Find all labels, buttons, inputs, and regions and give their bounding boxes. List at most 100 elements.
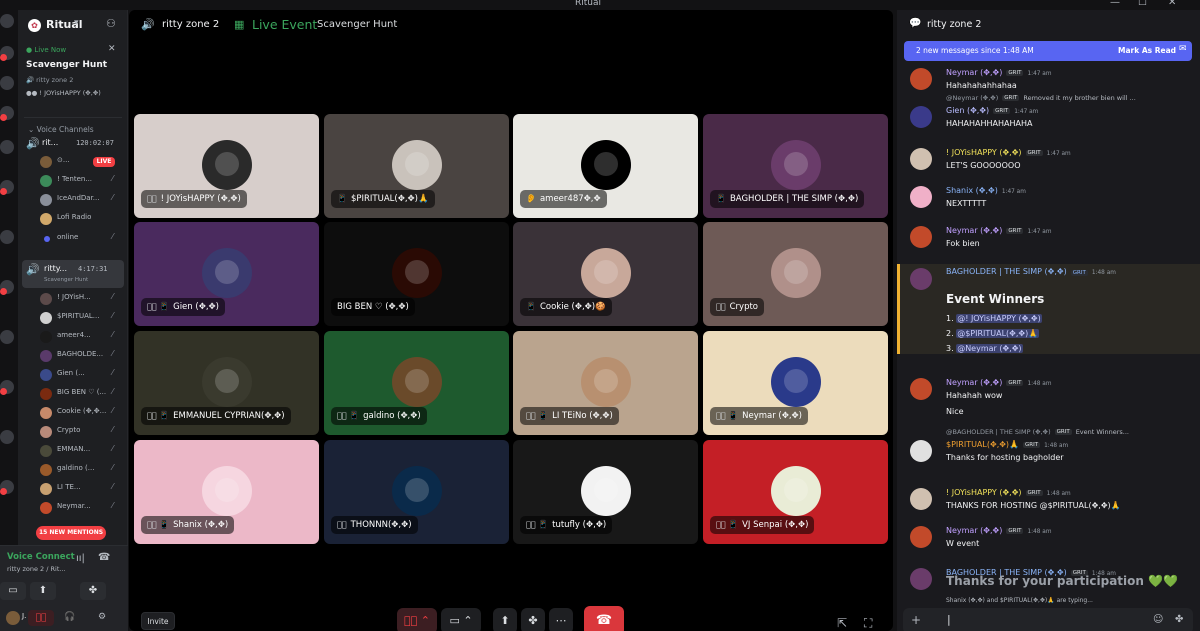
voice-user[interactable]: ! Tenten... ⁄ bbox=[40, 174, 130, 189]
message-author[interactable]: ! JOYisHAPPY (✥,✥) GRIT 1:47 am bbox=[946, 148, 1071, 157]
voice-user[interactable]: Crypto ⁄ bbox=[40, 425, 130, 440]
avatar[interactable] bbox=[910, 106, 932, 128]
message-author[interactable]: Shanix (✥,✥) 1:47 am bbox=[946, 186, 1026, 195]
screenshare-button[interactable]: ⬆ bbox=[30, 582, 56, 600]
minimize-icon[interactable]: — bbox=[1110, 0, 1120, 8]
message-author[interactable]: Neymar (✥,✥) GRIT 1:47 am bbox=[946, 226, 1052, 235]
participant-tile[interactable]: 🎤⃠ 📱 Shanix (✥,✥) bbox=[134, 440, 319, 544]
server-icon[interactable] bbox=[0, 76, 14, 90]
message-author[interactable]: ! JOYisHAPPY (✥,✥) GRIT 1:48 am bbox=[946, 488, 1071, 497]
avatar[interactable] bbox=[6, 611, 20, 625]
participant-tile[interactable]: BIG BEN ♡ (✥,✥) bbox=[324, 222, 509, 326]
screenshare-button[interactable]: ⬆ bbox=[493, 608, 517, 631]
live-event-card[interactable]: ● Live Now ✕ Scavenger Hunt 🔊 ritty zone… bbox=[24, 44, 122, 118]
message-author[interactable]: BAGHOLDER | THE SIMP (✥,✥) GRIT 1:48 am bbox=[946, 267, 1116, 276]
voice-location[interactable]: ritty zone 2 / Rit... bbox=[7, 565, 66, 573]
server-icon[interactable] bbox=[0, 140, 14, 154]
signal-icon[interactable]: ıı| bbox=[76, 553, 85, 564]
user-mention[interactable]: @$PIRITUAL(✥,✥)🙏 bbox=[956, 329, 1040, 338]
avatar[interactable] bbox=[910, 526, 932, 548]
avatar[interactable] bbox=[910, 148, 932, 170]
message-composer[interactable]: + | ☺ ✤ bbox=[903, 608, 1193, 631]
participant-tile[interactable]: 🎤⃠ 📱 VJ Senpai (✥,✥) bbox=[703, 440, 888, 544]
disconnect-button[interactable]: ☎ bbox=[584, 606, 624, 631]
avatar[interactable] bbox=[910, 568, 932, 590]
participant-tile[interactable]: 📱 $PIRITUAL(✥,✥)🙏 bbox=[324, 114, 509, 218]
new-mentions-button[interactable]: 15 NEW MENTIONS bbox=[36, 526, 106, 540]
server-icon[interactable] bbox=[0, 230, 14, 244]
participant-tile[interactable]: 🎤⃠ 📱 Gien (✥,✥) bbox=[134, 222, 319, 326]
voice-user[interactable]: EMMAN... ⁄ bbox=[40, 444, 130, 459]
avatar[interactable] bbox=[910, 440, 932, 462]
camera-button[interactable]: ▭ bbox=[0, 582, 26, 600]
participant-tile[interactable]: 🎤⃠ 📱 tutufly (✥,✥) bbox=[513, 440, 698, 544]
avatar[interactable] bbox=[910, 268, 932, 290]
voice-channel-1[interactable]: 🔊 rit... 120:02:07 bbox=[24, 135, 122, 153]
message-input[interactable]: | bbox=[947, 613, 951, 626]
server-icon[interactable] bbox=[0, 430, 14, 444]
avatar[interactable] bbox=[910, 226, 932, 248]
voice-user[interactable]: Gien (... ⁄ bbox=[40, 368, 130, 383]
voice-user[interactable]: ⊙... LIVE bbox=[40, 155, 130, 170]
avatar[interactable] bbox=[910, 488, 932, 510]
voice-user[interactable]: BIG BEN ♡ (... ⁄ bbox=[40, 387, 130, 402]
voice-user[interactable]: Neymar... ⁄ bbox=[40, 501, 130, 516]
maximize-icon[interactable]: ☐ bbox=[1138, 0, 1147, 8]
voice-channel-2[interactable]: 🔊 ritty... 4:17:31 Scavenger Hunt bbox=[22, 260, 124, 288]
message-author[interactable]: Neymar (✥,✥) GRIT 1:47 am bbox=[946, 68, 1052, 77]
voice-user[interactable]: online ⁄ bbox=[40, 232, 130, 247]
close-icon[interactable]: ✕ bbox=[108, 44, 116, 54]
server-header[interactable]: ✿ Ritual ▾ ⚇ bbox=[18, 10, 128, 40]
server-icon[interactable] bbox=[0, 14, 14, 28]
voice-user[interactable]: Cookie (✥,✥... ⁄ bbox=[40, 406, 130, 421]
emoji-icon[interactable]: ☺ bbox=[1153, 614, 1163, 625]
chevron-down-icon[interactable]: ▾ bbox=[74, 18, 79, 28]
activities-button[interactable]: ✤ bbox=[521, 608, 545, 631]
server-icon[interactable] bbox=[0, 330, 14, 344]
voice-user[interactable]: Lofi Radio bbox=[40, 212, 130, 227]
voice-user[interactable]: ! JOYisH... ⁄ bbox=[40, 292, 130, 307]
participant-tile[interactable]: 🎤⃠ 📱 LI TEiNo (✥,✥) bbox=[513, 331, 698, 435]
participant-tile[interactable]: 🎤⃠ Crypto bbox=[703, 222, 888, 326]
message-author[interactable]: Neymar (✥,✥) GRIT 1:48 am bbox=[946, 526, 1052, 535]
invite-button[interactable]: Invite bbox=[141, 612, 175, 630]
avatar[interactable] bbox=[910, 186, 932, 208]
participant-tile[interactable]: 👂 ameer487✥,✥ bbox=[513, 114, 698, 218]
participant-tile[interactable]: 📱 BAGHOLDER | THE SIMP (✥,✥) bbox=[703, 114, 888, 218]
participant-tile[interactable]: 🎤⃠ 📱 Neymar (✥,✥) bbox=[703, 331, 888, 435]
plus-icon[interactable]: + bbox=[911, 613, 921, 627]
participant-tile[interactable]: 🎤⃠! JOYisHAPPY (✥,✥) bbox=[134, 114, 319, 218]
fullscreen-icon[interactable]: ⛶ bbox=[864, 616, 872, 631]
close-icon[interactable]: ✕ bbox=[1168, 0, 1176, 8]
activities-button[interactable]: ✤ bbox=[80, 582, 106, 600]
avatar[interactable] bbox=[910, 68, 932, 90]
voice-user[interactable]: galdino (... ⁄ bbox=[40, 463, 130, 478]
user-mention[interactable]: @! JOYisHAPPY (✥,✥) bbox=[956, 314, 1042, 323]
voice-user[interactable]: BAGHOLDE... ⁄ bbox=[40, 349, 130, 364]
apps-icon[interactable]: ✤ bbox=[1175, 614, 1183, 625]
reply-preview[interactable]: @Neymar (✥,✥) GRIT Removed it my brother b… bbox=[946, 94, 1136, 102]
headphones-icon[interactable]: 🎧 bbox=[64, 612, 75, 622]
avatar[interactable] bbox=[910, 378, 932, 400]
camera-button[interactable]: ▭ ⌃ bbox=[441, 608, 481, 631]
message-author[interactable]: Gien (✥,✥) GRIT 1:47 am bbox=[946, 106, 1038, 115]
add-member-icon[interactable]: ⚇ bbox=[106, 17, 116, 30]
participant-tile[interactable]: 🎤⃠ 📱 EMMANUEL CYPRIAN(✥,✥) bbox=[134, 331, 319, 435]
participant-tile[interactable]: 📱 Cookie (✥,✥)🍪 bbox=[513, 222, 698, 326]
voice-channels-header[interactable]: ⌄ Voice Channels bbox=[28, 125, 94, 134]
participant-tile[interactable]: 🎤⃠ 📱 galdino (✥,✥) bbox=[324, 331, 509, 435]
mute-button[interactable]: 🎙⃠ bbox=[28, 610, 54, 626]
message-author[interactable]: Neymar (✥,✥) GRIT 1:48 am bbox=[946, 378, 1052, 387]
voice-user[interactable]: ameer4... ⁄ bbox=[40, 330, 130, 345]
message-author[interactable]: $PIRITUAL(✥,✥)🙏 GRIT 1:48 am bbox=[946, 440, 1068, 449]
popout-icon[interactable]: ⇱ bbox=[837, 616, 847, 630]
reply-preview[interactable]: @BAGHOLDER | THE SIMP (✥,✥) GRIT Event Win… bbox=[946, 428, 1129, 436]
disconnect-icon[interactable]: ☎ bbox=[98, 552, 110, 563]
more-icon[interactable]: ⋯ bbox=[549, 608, 573, 631]
mute-button[interactable]: 🎙⃠ ⌃ bbox=[397, 608, 437, 631]
voice-user[interactable]: LI TE... ⁄ bbox=[40, 482, 130, 497]
gear-icon[interactable]: ⚙ bbox=[98, 612, 106, 622]
voice-user[interactable]: IceAndDar... ⁄ bbox=[40, 193, 130, 208]
participant-tile[interactable]: 🎤⃠ THONNN(✥,✥) bbox=[324, 440, 509, 544]
voice-user[interactable]: $PIRITUAL... ⁄ bbox=[40, 311, 130, 326]
